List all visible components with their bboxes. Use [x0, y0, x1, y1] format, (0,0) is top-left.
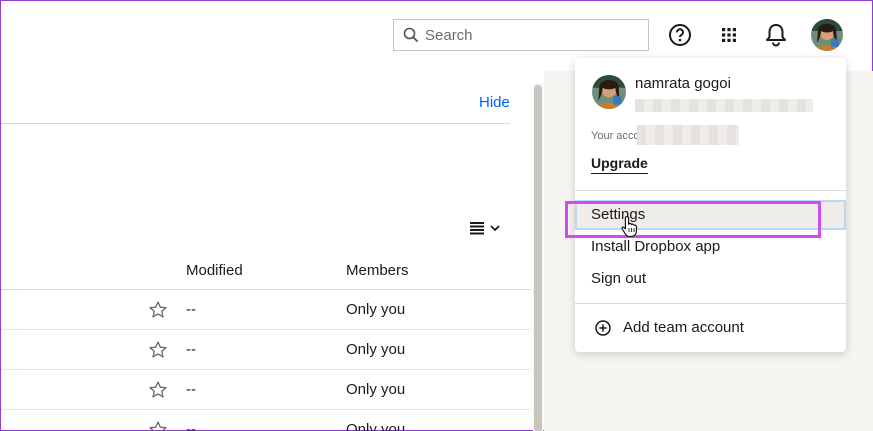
scrollbar-thumb[interactable]: [534, 85, 542, 431]
table-row[interactable]: -- Only you: [1, 370, 531, 410]
star-icon[interactable]: [148, 340, 168, 360]
modified-cell: --: [186, 381, 196, 398]
star-icon[interactable]: [148, 420, 168, 431]
upgrade-link[interactable]: Upgrade: [591, 155, 648, 174]
modified-cell: --: [186, 421, 196, 431]
list-view-icon: [470, 222, 484, 235]
bell-icon: [766, 24, 786, 47]
avatar-button[interactable]: [811, 19, 843, 51]
modified-cell: --: [186, 341, 196, 358]
modified-cell: --: [186, 301, 196, 318]
table-row[interactable]: -- Only you: [1, 410, 531, 431]
chevron-down-icon: [490, 225, 500, 232]
apps-button[interactable]: [715, 21, 743, 49]
members-cell: Only you: [346, 421, 406, 431]
search-icon: [403, 27, 419, 43]
table-row[interactable]: -- Only you: [1, 330, 531, 370]
members-cell: Only you: [346, 301, 406, 318]
add-team-account-button[interactable]: Add team account: [595, 319, 744, 336]
account-info-text: Your acco: [591, 130, 640, 142]
highlight-annotation: [565, 201, 821, 238]
menu-item-sign-out[interactable]: Sign out: [575, 264, 846, 294]
redacted-account-info: [637, 125, 739, 145]
view-toggle-button[interactable]: [469, 221, 501, 235]
search-box[interactable]: [393, 19, 649, 51]
hand-cursor-icon: [621, 215, 637, 237]
members-cell: Only you: [346, 341, 406, 358]
column-header-modified[interactable]: Modified: [186, 262, 243, 279]
user-name: namrata gogoi: [635, 75, 731, 92]
members-cell: Only you: [346, 381, 406, 398]
divider: [575, 190, 846, 191]
redacted-email: [635, 99, 813, 112]
search-input[interactable]: [425, 21, 635, 49]
apps-grid-icon: [722, 28, 736, 42]
avatar-image: [811, 19, 843, 51]
help-icon: [669, 24, 691, 46]
add-team-label: Add team account: [623, 319, 744, 336]
help-button[interactable]: [666, 21, 694, 49]
notifications-button[interactable]: [762, 21, 790, 49]
divider: [1, 123, 510, 124]
star-icon[interactable]: [148, 300, 168, 320]
divider: [575, 303, 846, 304]
avatar: [592, 75, 626, 109]
table-row[interactable]: -- Only you: [1, 290, 531, 330]
column-header-members[interactable]: Members: [346, 262, 409, 279]
avatar-image: [592, 75, 626, 109]
hide-link[interactable]: Hide: [479, 94, 510, 111]
add-circle-icon: [595, 319, 611, 336]
star-icon[interactable]: [148, 380, 168, 400]
